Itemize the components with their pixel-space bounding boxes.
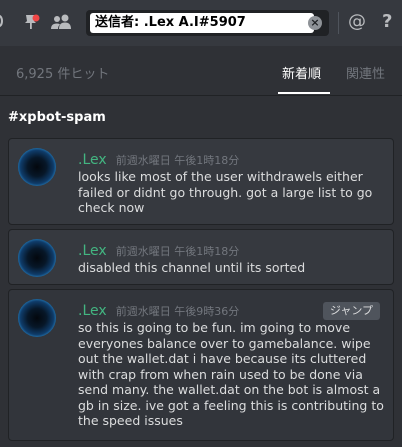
- avatar[interactable]: [18, 299, 56, 337]
- search-result-message[interactable]: .Lex 前週水曜日 午後1時18分 looks like most of th…: [8, 138, 394, 225]
- avatar[interactable]: [18, 148, 56, 186]
- tab-sort-newest[interactable]: 新着順: [282, 63, 321, 82]
- notification-bell-icon[interactable]: [22, 12, 42, 32]
- clear-search-icon[interactable]: ×: [308, 16, 322, 30]
- message-text: disabled this channel until its sorted: [78, 260, 306, 275]
- message-timestamp: 前週水曜日 午後1時18分: [115, 245, 240, 258]
- mentions-icon[interactable]: @: [348, 10, 366, 34]
- author-name[interactable]: .Lex: [78, 152, 107, 168]
- message-header: .Lex 前週水曜日 午後9時36分: [78, 300, 239, 319]
- tab-sort-relevance[interactable]: 関連性: [346, 63, 385, 82]
- channel-name[interactable]: #xpbot-spam: [8, 110, 106, 125]
- active-tab-indicator: [278, 92, 330, 94]
- message-timestamp: 前週水曜日 午後1時18分: [115, 154, 240, 167]
- author-name[interactable]: .Lex: [78, 243, 107, 259]
- search-query-token[interactable]: 送信者: .Lex A.I#5907: [90, 13, 314, 33]
- message-header: .Lex 前週水曜日 午後1時18分: [78, 149, 239, 168]
- toolbar: 送信者: .Lex A.I#5907 × @ ?: [0, 0, 402, 46]
- search-results-header: 6,925 件ヒット 新着順 関連性: [0, 46, 402, 96]
- author-name[interactable]: .Lex: [78, 303, 107, 319]
- avatar[interactable]: [18, 239, 56, 277]
- threads-icon[interactable]: [0, 12, 14, 32]
- search-result-message[interactable]: .Lex 前週水曜日 午後1時18分 disabled this channel…: [8, 229, 394, 285]
- member-list-icon[interactable]: [51, 12, 71, 32]
- result-count: 6,925 件ヒット: [16, 67, 110, 82]
- message-text: looks like most of the user withdrawels …: [78, 169, 373, 215]
- search-result-message[interactable]: .Lex 前週水曜日 午後9時36分 ジャンプ so this is going…: [8, 289, 394, 441]
- search-box[interactable]: 送信者: .Lex A.I#5907 ×: [86, 10, 329, 36]
- message-timestamp: 前週水曜日 午後9時36分: [115, 305, 240, 318]
- message-header: .Lex 前週水曜日 午後1時18分: [78, 240, 239, 259]
- help-icon[interactable]: ?: [382, 10, 392, 34]
- jump-button[interactable]: ジャンプ: [322, 302, 380, 320]
- toolbar-divider: [338, 12, 339, 34]
- message-text: so this is going to be fun. im going to …: [78, 320, 384, 428]
